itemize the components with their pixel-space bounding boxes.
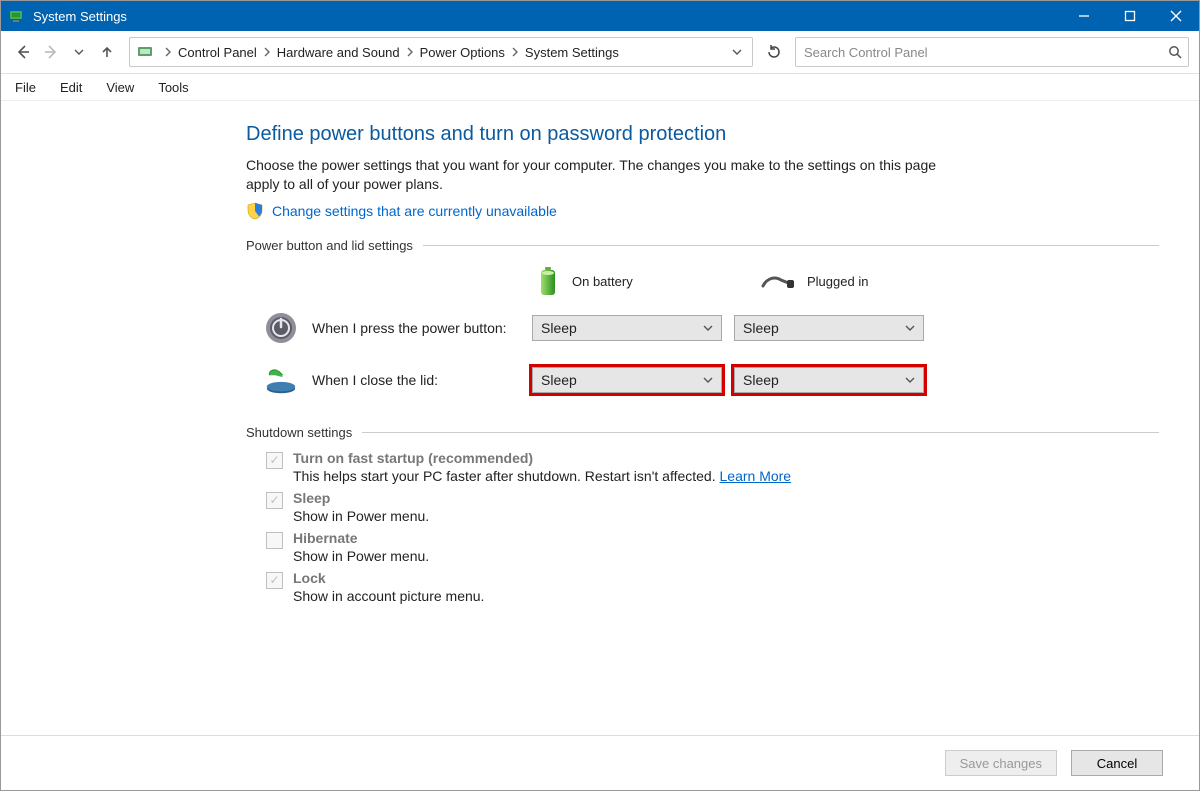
close-lid-plugged-dropdown[interactable]: Sleep [734,367,924,393]
menu-bar: File Edit View Tools [1,74,1199,101]
address-bar[interactable]: Control Panel Hardware and Sound Power O… [129,37,753,67]
option-title: Hibernate [293,530,429,546]
refresh-button[interactable] [763,41,785,63]
option-lock: Lock Show in account picture menu. [266,570,1159,604]
divider [362,432,1159,433]
up-button[interactable] [95,40,119,64]
plug-icon [761,272,795,292]
change-settings-link[interactable]: Change settings that are currently unava… [272,203,557,219]
crumb-hardware-sound[interactable]: Hardware and Sound [277,45,400,60]
menu-tools[interactable]: Tools [154,78,192,97]
option-fast-startup: Turn on fast startup (recommended) This … [266,450,1159,484]
sleep-checkbox[interactable] [266,492,283,509]
section-shutdown-settings: Shutdown settings [246,425,1159,440]
power-button-battery-dropdown[interactable]: Sleep [532,315,722,341]
row-label: When I close the lid: [312,372,532,388]
menu-edit[interactable]: Edit [56,78,86,97]
column-label: On battery [572,274,633,289]
maximize-button[interactable] [1107,1,1153,31]
option-title: Lock [293,570,484,586]
chevron-right-icon [263,47,271,57]
chevron-down-icon [905,323,915,333]
row-label: When I press the power button: [312,320,532,336]
menu-file[interactable]: File [11,78,40,97]
close-lid-icon [264,363,298,397]
search-box[interactable] [795,37,1189,67]
column-plugged-in: Plugged in [761,272,956,292]
crumb-control-panel[interactable]: Control Panel [178,45,257,60]
section-label: Power button and lid settings [246,238,423,253]
column-label: Plugged in [807,274,868,289]
power-button-plugged-dropdown[interactable]: Sleep [734,315,924,341]
lock-checkbox[interactable] [266,572,283,589]
section-power-button-lid: Power button and lid settings [246,238,1159,253]
page-heading: Define power buttons and turn on passwor… [246,123,1159,146]
menu-view[interactable]: View [102,78,138,97]
content-area: Define power buttons and turn on passwor… [1,101,1199,735]
dropdown-value: Sleep [743,320,779,336]
crumb-power-options[interactable]: Power Options [420,45,505,60]
learn-more-link[interactable]: Learn More [720,468,792,484]
nav-bar: Control Panel Hardware and Sound Power O… [1,31,1199,74]
address-dropdown-button[interactable] [726,41,748,63]
close-lid-battery-dropdown[interactable]: Sleep [532,367,722,393]
option-title: Sleep [293,490,429,506]
window-controls [1061,1,1199,31]
chevron-right-icon [406,47,414,57]
row-power-button: When I press the power button: Sleep Sle… [246,311,1159,345]
power-button-icon [264,311,298,345]
row-close-lid: When I close the lid: Sleep Sleep [246,363,1159,397]
minimize-button[interactable] [1061,1,1107,31]
divider [423,245,1159,246]
page-description: Choose the power settings that you want … [246,156,956,194]
option-desc: Show in Power menu. [293,548,429,564]
crumb-system-settings[interactable]: System Settings [525,45,619,60]
window-title: System Settings [33,9,1061,24]
dropdown-value: Sleep [743,372,779,388]
option-title: Turn on fast startup (recommended) [293,450,791,466]
close-button[interactable] [1153,1,1199,31]
shield-icon [246,202,264,220]
forward-button[interactable] [39,40,63,64]
fast-startup-checkbox[interactable] [266,452,283,469]
app-icon [7,7,25,25]
control-panel-icon [136,43,154,61]
chevron-down-icon [905,375,915,385]
search-icon [1168,45,1182,59]
option-hibernate: Hibernate Show in Power menu. [266,530,1159,564]
footer-bar: Save changes Cancel [1,735,1199,790]
hibernate-checkbox[interactable] [266,532,283,549]
option-desc: Show in Power menu. [293,508,429,524]
title-bar: System Settings [1,1,1199,31]
dropdown-value: Sleep [541,320,577,336]
column-on-battery: On battery [536,267,731,297]
section-label: Shutdown settings [246,425,362,440]
dropdown-value: Sleep [541,372,577,388]
option-desc: This helps start your PC faster after sh… [293,468,791,484]
save-changes-button[interactable]: Save changes [945,750,1057,776]
battery-icon [536,267,560,297]
option-desc: Show in account picture menu. [293,588,484,604]
search-input[interactable] [802,44,1168,61]
option-sleep: Sleep Show in Power menu. [266,490,1159,524]
chevron-down-icon [703,375,713,385]
cancel-button[interactable]: Cancel [1071,750,1163,776]
chevron-down-icon [703,323,713,333]
back-button[interactable] [11,40,35,64]
chevron-right-icon [164,47,172,57]
chevron-right-icon [511,47,519,57]
recent-locations-button[interactable] [67,40,91,64]
